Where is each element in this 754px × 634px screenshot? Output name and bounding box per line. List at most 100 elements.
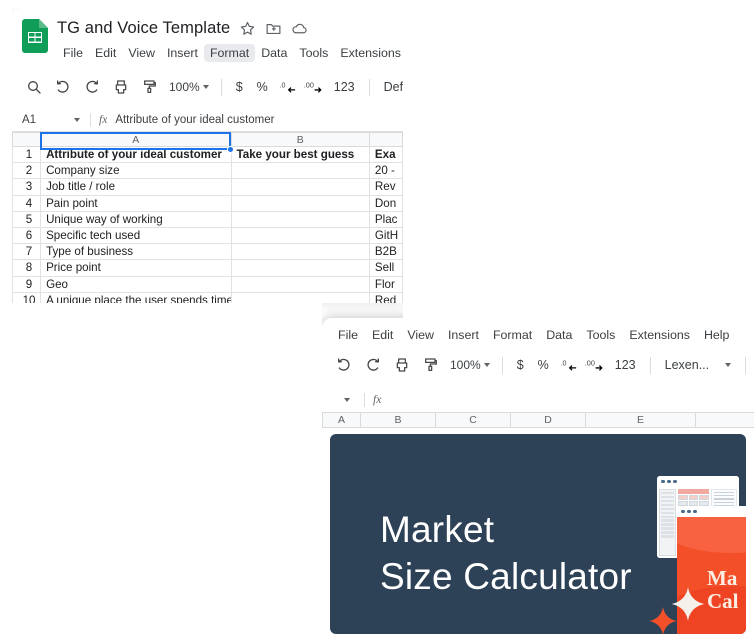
name-box-chevron-down-icon[interactable] xyxy=(344,397,350,402)
cell-b5[interactable] xyxy=(230,210,370,228)
cell-a7[interactable]: Type of business xyxy=(40,243,232,261)
row-header-4[interactable]: 4 xyxy=(12,194,42,212)
column-header-b[interactable]: B xyxy=(360,412,436,428)
cell-b10[interactable] xyxy=(230,291,370,303)
redo-icon[interactable] xyxy=(78,74,105,101)
menu-item-extensions[interactable]: Extensions xyxy=(334,44,403,62)
cell-b6[interactable] xyxy=(230,226,370,245)
cell-a2[interactable]: Company size xyxy=(40,162,232,180)
column-header-c[interactable] xyxy=(368,132,403,147)
menu-item-data[interactable]: Data xyxy=(255,44,293,62)
menu-item-format[interactable]: Format xyxy=(486,326,539,344)
cell-b9[interactable] xyxy=(230,275,370,293)
document-title[interactable]: TG and Voice Template xyxy=(57,19,230,38)
cell-c8[interactable]: Sell xyxy=(368,259,403,277)
row-header-7[interactable]: 7 xyxy=(12,243,42,261)
cell-a3[interactable]: Job title / role xyxy=(40,178,232,196)
menu-bar-secondary: File Edit View Insert Format Data Tools … xyxy=(322,318,754,342)
cell-c7[interactable]: B2B xyxy=(368,243,403,261)
cell-b1[interactable]: Take your best guess xyxy=(230,145,370,164)
menu-item-edit[interactable]: Edit xyxy=(89,44,122,62)
decrease-decimal-button[interactable]: .0 xyxy=(276,80,300,95)
cell-a1[interactable]: Attribute of your ideal customer xyxy=(40,145,232,164)
cell-b7[interactable] xyxy=(230,243,370,261)
menu-item-data[interactable]: Data xyxy=(539,326,579,344)
font-family-selector[interactable]: Defaul... xyxy=(378,80,403,94)
currency-format-button[interactable]: $ xyxy=(511,358,530,372)
menu-item-edit[interactable]: Edit xyxy=(365,326,400,344)
increase-decimal-button[interactable]: .00 xyxy=(583,358,607,373)
cloud-saved-icon[interactable] xyxy=(291,20,308,37)
cell-b8[interactable] xyxy=(230,259,370,277)
cell-b4[interactable] xyxy=(230,194,370,212)
column-header-f[interactable] xyxy=(695,412,754,428)
move-to-folder-icon[interactable] xyxy=(265,20,282,37)
menu-item-insert[interactable]: Insert xyxy=(161,44,204,62)
row-header-5[interactable]: 5 xyxy=(12,210,42,228)
search-icon[interactable] xyxy=(20,74,47,101)
undo-icon[interactable] xyxy=(49,74,76,101)
row-header-6[interactable]: 6 xyxy=(12,226,42,245)
fx-icon: fx xyxy=(99,113,108,126)
undo-icon[interactable] xyxy=(330,352,357,379)
cell-c2[interactable]: 20 - xyxy=(368,162,403,180)
percent-format-button[interactable]: % xyxy=(251,80,274,94)
cell-a9[interactable]: Geo xyxy=(40,275,232,293)
cell-a5[interactable]: Unique way of working xyxy=(40,210,232,228)
currency-format-button[interactable]: $ xyxy=(230,80,249,94)
name-box-chevron-down-icon[interactable] xyxy=(74,117,80,122)
decrease-decimal-button[interactable]: .0 xyxy=(557,358,581,373)
font-family-selector[interactable]: Lexen... xyxy=(659,358,737,372)
print-icon[interactable] xyxy=(388,352,415,379)
cell-c6[interactable]: GitH xyxy=(368,226,403,245)
cell-c5[interactable]: Plac xyxy=(368,210,403,228)
column-header-b[interactable]: B xyxy=(230,132,370,147)
row-header-9[interactable]: 9 xyxy=(12,275,42,293)
column-header-e[interactable]: E xyxy=(585,412,696,428)
print-icon[interactable] xyxy=(107,74,134,101)
column-header-c[interactable]: C xyxy=(435,412,511,428)
menu-item-extensions[interactable]: Extensions xyxy=(622,326,697,344)
cell-a6[interactable]: Specific tech used xyxy=(40,226,232,245)
cell-c4[interactable]: Don xyxy=(368,194,403,212)
row-header-8[interactable]: 8 xyxy=(12,259,42,277)
star-icon[interactable] xyxy=(239,20,256,37)
percent-format-button[interactable]: % xyxy=(532,358,555,372)
cell-b2[interactable] xyxy=(230,162,370,180)
menu-item-view[interactable]: View xyxy=(122,44,161,62)
column-header-a[interactable]: A xyxy=(322,412,361,428)
corner-select-all[interactable] xyxy=(12,132,42,147)
menu-item-file[interactable]: File xyxy=(57,44,89,62)
number-format-button[interactable]: 123 xyxy=(609,358,642,372)
column-header-a[interactable]: A xyxy=(40,132,232,147)
number-format-button[interactable]: 123 xyxy=(328,80,361,94)
menu-item-insert[interactable]: Insert xyxy=(441,326,486,344)
cell-a8[interactable]: Price point xyxy=(40,259,232,277)
menu-item-tools[interactable]: Tools xyxy=(293,44,334,62)
cell-b3[interactable] xyxy=(230,178,370,196)
zoom-selector[interactable]: 100% xyxy=(165,80,213,94)
column-header-d[interactable]: D xyxy=(510,412,586,428)
cell-c1[interactable]: Exa xyxy=(368,145,403,164)
menu-item-file[interactable]: File xyxy=(331,326,365,344)
paint-format-icon[interactable] xyxy=(136,74,163,101)
row-header-2[interactable]: 2 xyxy=(12,162,42,180)
formula-input[interactable]: Attribute of your ideal customer xyxy=(115,114,274,126)
cell-c9[interactable]: Flor xyxy=(368,275,403,293)
row-header-10[interactable]: 10 xyxy=(12,291,42,303)
row-header-1[interactable]: 1 xyxy=(12,145,42,164)
increase-decimal-button[interactable]: .00 xyxy=(302,80,326,95)
menu-item-tools[interactable]: Tools xyxy=(579,326,622,344)
menu-item-help[interactable]: Help xyxy=(697,326,736,344)
cell-c10[interactable]: Red xyxy=(368,291,403,303)
redo-icon[interactable] xyxy=(359,352,386,379)
paint-format-icon[interactable] xyxy=(417,352,444,379)
cell-a4[interactable]: Pain point xyxy=(40,194,232,212)
zoom-selector[interactable]: 100% xyxy=(446,358,494,372)
cell-c3[interactable]: Rev xyxy=(368,178,403,196)
row-header-3[interactable]: 3 xyxy=(12,178,42,196)
menu-item-format[interactable]: Format xyxy=(203,43,256,62)
cell-a10[interactable]: A unique place the user spends time xyxy=(40,291,232,303)
cell-reference-box[interactable]: A1 xyxy=(22,114,74,126)
menu-item-view[interactable]: View xyxy=(400,326,441,344)
